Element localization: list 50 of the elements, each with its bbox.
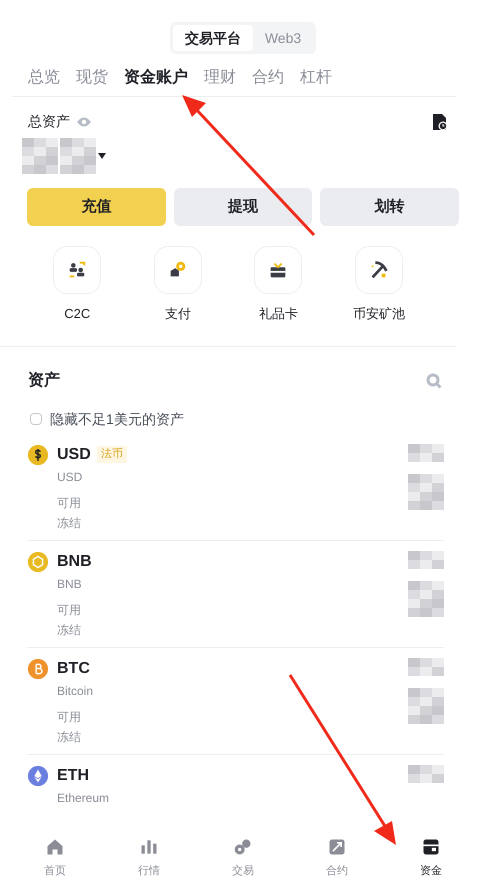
coin-name: USD <box>57 468 84 486</box>
home-icon <box>45 837 65 857</box>
caret-icon[interactable] <box>98 153 106 159</box>
pixelated-balance <box>60 138 96 174</box>
coin-symbol: BTC <box>57 658 90 678</box>
pixelated-value <box>408 550 444 568</box>
coin-name: Bitcoin <box>57 682 94 700</box>
document-clock-icon[interactable] <box>432 112 448 130</box>
pixelated-value <box>408 580 444 616</box>
action-button[interactable]: 提现 <box>174 188 312 226</box>
frozen-label: 冻结 <box>57 622 82 638</box>
shortcut-button[interactable]: 支付 <box>128 246 228 324</box>
action-button[interactable]: 充值 <box>27 188 166 226</box>
nav-tab[interactable]: 资金 <box>401 837 461 889</box>
platform-tab[interactable]: 交易平台 <box>172 25 253 51</box>
assets-title: 资产 <box>28 370 60 390</box>
search-icon[interactable] <box>426 372 442 388</box>
coins-icon <box>233 837 253 857</box>
pixelated-value <box>408 764 444 782</box>
pixelated-value <box>408 444 444 462</box>
coin-icon <box>27 658 49 680</box>
available-label: 可用 <box>57 602 82 618</box>
frozen-label: 冻结 <box>57 514 82 532</box>
pixelated-balance <box>22 138 58 174</box>
pixelated-value <box>408 474 444 510</box>
coin-symbol: USD <box>57 444 91 464</box>
coin-name: BNB <box>57 576 83 592</box>
shortcut-button[interactable]: 币安矿池 <box>328 246 429 324</box>
coin-icon <box>27 550 49 572</box>
account-tab[interactable]: 资金账户 <box>124 66 188 90</box>
eye-icon[interactable] <box>76 116 92 128</box>
frozen-label: 冻结 <box>57 728 82 746</box>
available-label: 可用 <box>57 494 82 512</box>
wallet-icon <box>421 837 441 857</box>
coin-name: Ethereum <box>57 790 110 806</box>
coin-icon <box>27 764 49 786</box>
coin-icon <box>27 444 49 466</box>
shortcut-button[interactable]: C2C <box>27 246 128 324</box>
checkbox-label: 隐藏不足1美元的资产 <box>50 410 184 428</box>
arrow-box-icon <box>327 837 347 857</box>
action-button[interactable]: 划转 <box>320 188 460 226</box>
coin-symbol: ETH <box>57 766 89 786</box>
total-assets-label: 总资产 <box>28 112 70 131</box>
shortcut-button[interactable]: 礼品卡 <box>228 246 328 324</box>
checkbox[interactable] <box>30 413 42 425</box>
pixelated-value <box>408 688 444 724</box>
fiat-tag: 法币 <box>96 446 127 463</box>
coin-symbol: BNB <box>57 552 92 572</box>
available-label: 可用 <box>57 708 82 726</box>
pixelated-value <box>408 658 444 676</box>
